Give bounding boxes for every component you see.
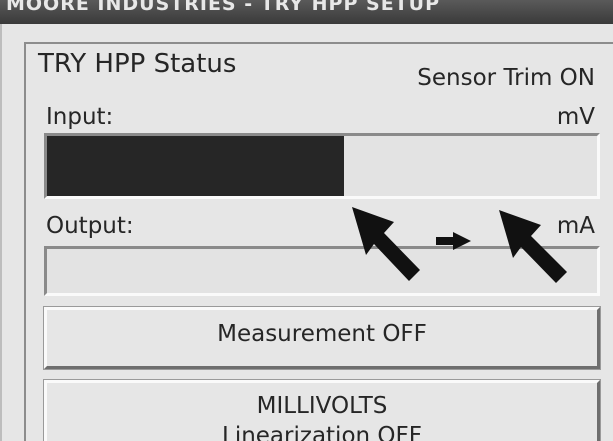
linearization-label: Linearization OFF <box>222 423 422 441</box>
measurement-button-label: Measurement OFF <box>217 321 427 347</box>
input-label: Input: <box>46 104 114 130</box>
input-type-label: MILLIVOLTS <box>256 393 388 419</box>
sensor-trim-status: Sensor Trim ON <box>417 65 595 91</box>
output-label: Output: <box>46 213 134 239</box>
input-level-bar <box>44 133 600 199</box>
input-type-button[interactable]: MILLIVOLTS Linearization OFF <box>43 379 601 441</box>
output-unit: mA <box>556 213 595 239</box>
window-titlebar: MOORE INDUSTRIES - TRY HPP SETUP <box>0 0 613 24</box>
output-level-bar <box>44 246 600 296</box>
input-unit: mV <box>556 104 595 130</box>
status-group-title: TRY HPP Status <box>34 50 241 78</box>
input-level-fill <box>47 136 344 196</box>
measurement-toggle-button[interactable]: Measurement OFF <box>43 306 601 370</box>
window-title: MOORE INDUSTRIES - TRY HPP SETUP <box>6 0 440 15</box>
